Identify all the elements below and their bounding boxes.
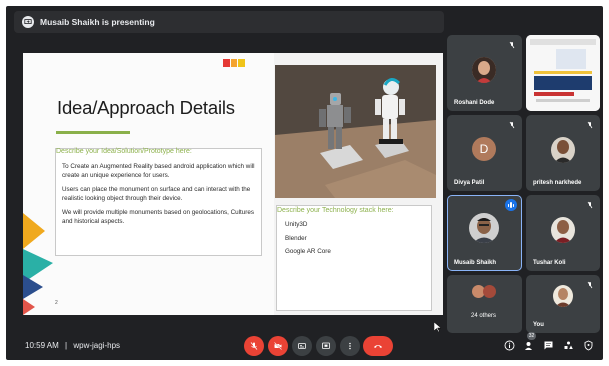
separator: | — [65, 341, 68, 350]
chat-icon — [544, 341, 552, 349]
activities-button[interactable] — [562, 339, 574, 351]
present-screen-icon — [22, 16, 34, 28]
participant-tile-screenshare[interactable] — [526, 35, 600, 111]
avatar-initial: D — [472, 137, 496, 161]
participant-tile[interactable]: Roshani Dode — [447, 35, 522, 111]
host-controls-button[interactable] — [582, 339, 594, 351]
participant-count-badge: 32 — [527, 332, 536, 340]
presenting-text: Musaib Shaikh is presenting — [40, 17, 155, 27]
meeting-details-button[interactable] — [503, 339, 515, 351]
avatar — [469, 213, 499, 243]
participant-name: Roshani Dode — [454, 100, 495, 106]
chat-button[interactable] — [542, 339, 554, 351]
activities-icon — [564, 341, 573, 349]
meeting-info: 10:59 AM | wpw-jagi-hps — [25, 341, 120, 350]
tech-item: Google AR Core — [285, 248, 331, 255]
screen-share-thumbnail — [526, 35, 600, 111]
participant-tile-self[interactable]: You — [526, 275, 600, 333]
shared-slide: Idea/Approach Details Describe your Idea… — [23, 53, 443, 315]
avatar — [483, 285, 496, 298]
participant-tile[interactable]: pritesh narkhede — [526, 115, 600, 191]
mic-off-icon — [587, 281, 593, 289]
people-icon — [524, 341, 532, 350]
idea-heading: Describe your Idea/Solution/Prototype he… — [56, 148, 192, 155]
avatar — [472, 57, 496, 83]
leave-call-button[interactable] — [363, 336, 393, 356]
meet-window: Musaib Shaikh is presenting Idea/Approac… — [6, 6, 603, 360]
info-icon — [504, 340, 514, 350]
others-count: 24 others — [471, 313, 497, 319]
people-button[interactable] — [522, 339, 534, 351]
meeting-code: wpw-jagi-hps — [73, 341, 121, 350]
presenting-banner: Musaib Shaikh is presenting — [14, 11, 444, 33]
captions-button[interactable] — [292, 336, 312, 356]
participant-tile-active-speaker[interactable]: Musaib Shaikh — [447, 195, 522, 271]
participant-name: You — [533, 322, 544, 328]
slide-title: Idea/Approach Details — [57, 97, 235, 118]
captions-icon — [298, 343, 306, 349]
mic-off-icon — [250, 342, 258, 350]
title-underline — [56, 131, 130, 134]
avatar — [551, 217, 575, 243]
tech-heading: Describe your Technology stack here: — [277, 207, 394, 214]
ar-robot-photo — [275, 65, 436, 198]
slide-page-number: 2 — [55, 300, 58, 306]
decorative-shapes — [23, 213, 53, 315]
avatar — [551, 137, 575, 163]
camera-off-icon — [274, 342, 282, 350]
tech-item: Unity3D — [285, 221, 308, 228]
present-screen-icon — [322, 342, 330, 349]
idea-paragraph: We will provide multiple monuments based… — [62, 209, 255, 225]
participant-tile-others[interactable]: 24 others — [447, 275, 522, 333]
participant-tile[interactable]: D Divya Patil — [447, 115, 522, 191]
mic-off-icon — [509, 121, 515, 129]
tech-item: Blender — [285, 234, 307, 242]
slide-logo — [223, 59, 246, 67]
idea-text: To Create an Augmented Reality based and… — [62, 163, 262, 232]
idea-paragraph: To Create an Augmented Reality based and… — [62, 163, 255, 179]
clock-time: 10:59 AM — [25, 341, 59, 350]
participant-name: Musaib Shaikh — [454, 260, 497, 266]
shield-icon — [584, 340, 592, 350]
mic-off-icon — [587, 201, 593, 209]
idea-paragraph: Users can place the monument on surface … — [62, 186, 251, 202]
participant-tile[interactable]: Tushar Koli — [526, 195, 600, 271]
participant-name: Tushar Koli — [533, 260, 566, 266]
participant-name: Divya Patil — [454, 180, 485, 186]
avatar — [553, 285, 573, 307]
speaking-indicator-icon — [505, 199, 517, 211]
phone-hangup-icon — [374, 345, 382, 348]
participant-name: pritesh narkhede — [533, 180, 582, 186]
camera-toggle-button[interactable] — [268, 336, 288, 356]
mic-off-icon — [587, 121, 593, 129]
mic-off-icon — [509, 41, 515, 49]
tech-list: Unity3D Blender Google AR Core — [285, 221, 331, 262]
bottom-toolbar: 10:59 AM | wpw-jagi-hps 32 — [6, 330, 603, 360]
present-now-button[interactable] — [316, 336, 336, 356]
more-options-button[interactable] — [340, 336, 360, 356]
mic-toggle-button[interactable] — [244, 336, 264, 356]
more-vert-icon — [349, 342, 351, 350]
